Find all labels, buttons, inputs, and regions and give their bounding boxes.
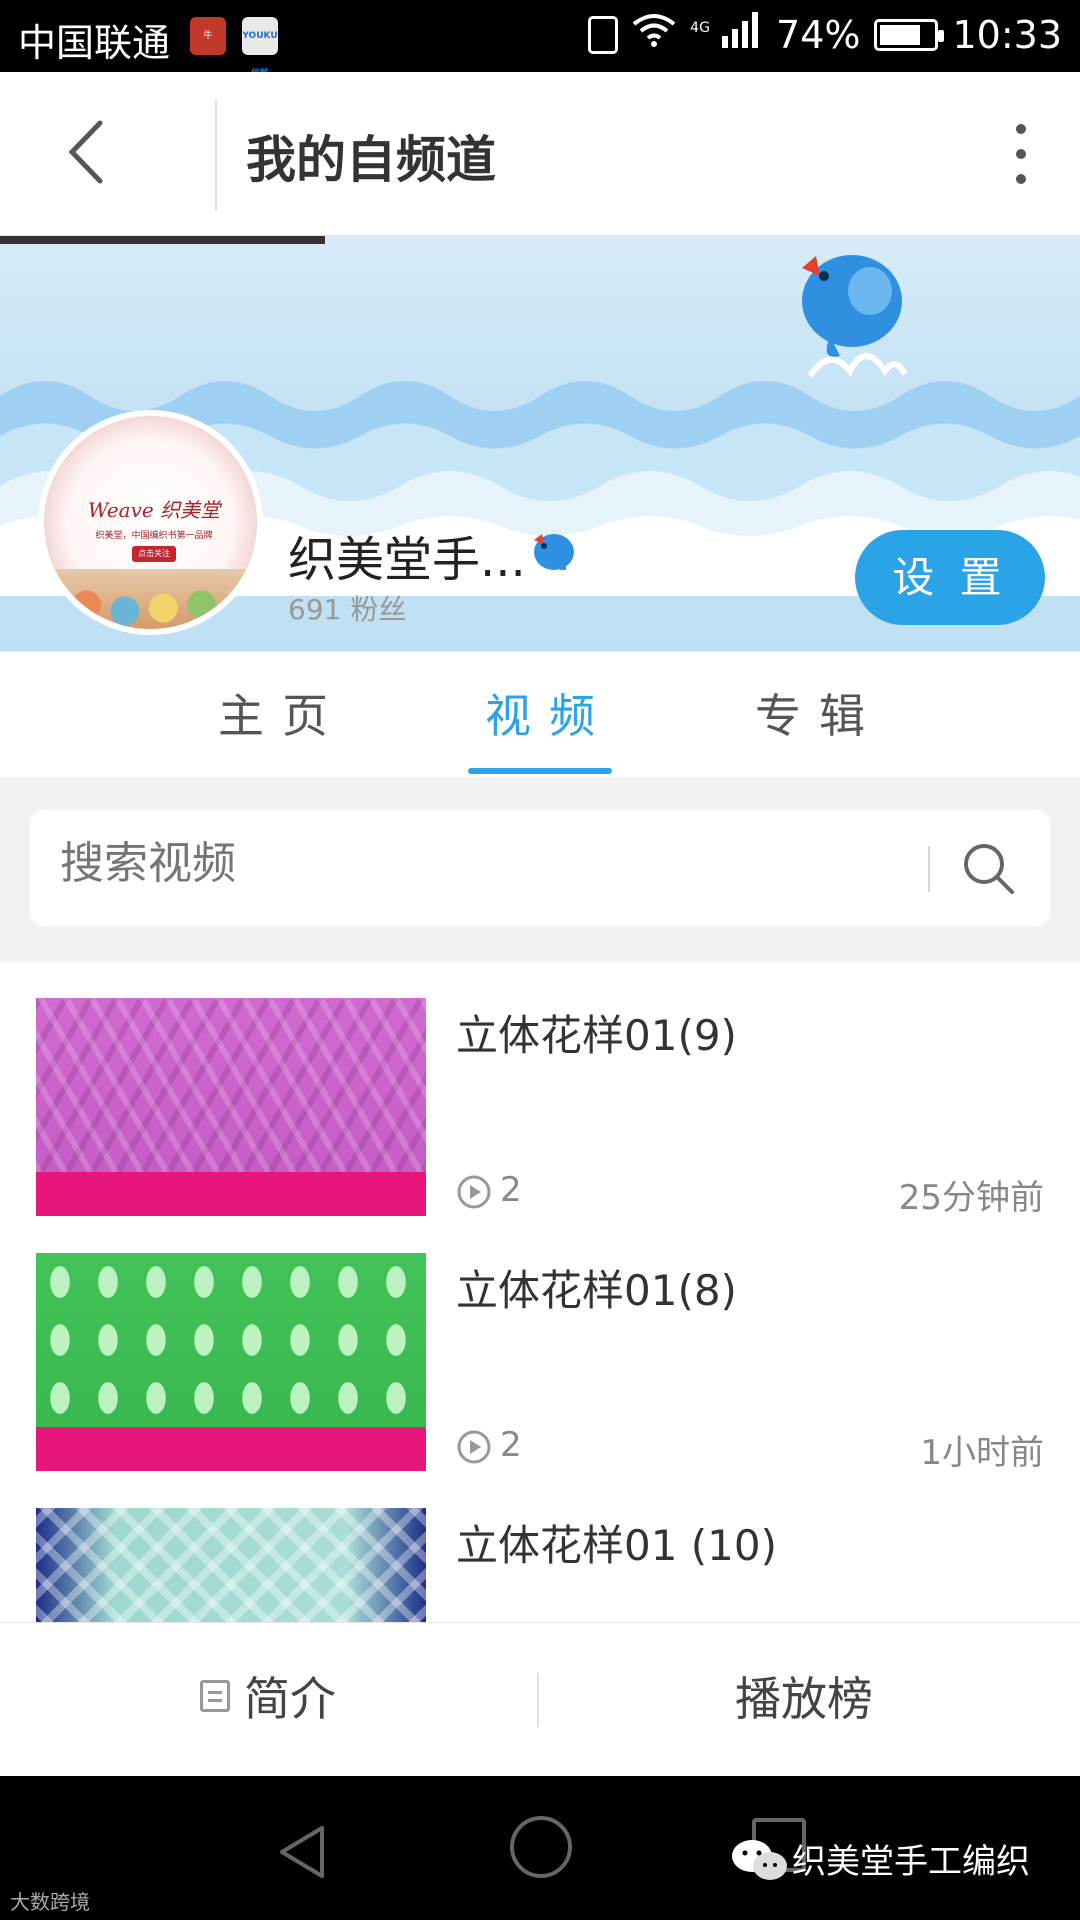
avatar-logo-text: Weave 织美堂	[87, 498, 221, 522]
thumbnail-banner	[36, 1427, 426, 1471]
avatar[interactable]: Weave 织美堂 织美堂，中国编织书第一品牌 点击关注	[38, 410, 263, 635]
signal-icon: 4G	[690, 12, 762, 57]
battery-percent: 74%	[776, 12, 861, 57]
nav-back-icon[interactable]	[272, 1822, 332, 1882]
clock: 10:33	[952, 12, 1062, 57]
header-divider	[215, 100, 217, 210]
settings-button[interactable]: 设 置	[855, 530, 1045, 625]
play-count-icon	[457, 1175, 491, 1209]
verified-bird-icon	[534, 534, 574, 570]
watermark-text: 织美堂手工编织	[792, 1842, 1030, 1882]
bottom-action-bar: 简介 播放榜	[0, 1622, 1080, 1776]
search-icon[interactable]	[960, 840, 1016, 896]
upload-time: 1小时前	[920, 1433, 1044, 1473]
vibrate-icon	[588, 15, 619, 54]
back-button[interactable]	[40, 112, 130, 192]
avatar-follow-badge: 点击关注	[132, 546, 176, 562]
tab-album[interactable]: 专辑	[755, 680, 883, 746]
play-count: 2	[500, 1425, 522, 1465]
thumbnail-banner	[36, 1172, 426, 1216]
top-bar: 我的自频道	[0, 72, 1080, 236]
upload-time: 25分钟前	[898, 1178, 1044, 1218]
ranking-button[interactable]: 播放榜	[735, 1663, 873, 1729]
wechat-icon	[732, 1840, 787, 1880]
video-item[interactable]: 立体花样01 (10)	[0, 1508, 1080, 1622]
video-title[interactable]: 立体花样01(9)	[456, 1002, 737, 1063]
video-item[interactable]: 立体花样01(9) 2 25分钟前	[0, 998, 1080, 1253]
tab-video[interactable]: 视频	[485, 680, 613, 746]
document-icon	[200, 1680, 230, 1712]
youku-notification-icon: YOUKU 优酷	[242, 17, 278, 79]
carrier-label: 中国联通	[18, 21, 171, 65]
more-options-icon[interactable]	[1012, 124, 1030, 184]
fans-count: 691 粉丝	[288, 593, 407, 626]
battery-icon	[874, 18, 945, 51]
intro-label: 简介	[244, 1672, 336, 1726]
video-title[interactable]: 立体花样01(8)	[456, 1257, 737, 1318]
video-title[interactable]: 立体花样01 (10)	[456, 1512, 777, 1573]
tab-home[interactable]: 主页	[218, 680, 346, 746]
action-divider	[537, 1673, 539, 1727]
video-thumbnail[interactable]	[36, 1253, 426, 1471]
search-input[interactable]	[60, 838, 900, 889]
watermark-left-text: 大数跨境	[10, 1890, 90, 1914]
search-divider	[928, 846, 930, 892]
loading-progress-bar	[0, 236, 325, 244]
channel-tabs: 主页 视频 专辑	[0, 651, 1080, 777]
status-bar: 中国联通 牛 YOUKU 优酷 4G 74% 10:33	[0, 0, 1080, 79]
intro-button[interactable]: 简介	[200, 1663, 336, 1729]
chevron-left-icon	[68, 120, 103, 184]
video-list: 立体花样01(9) 2 25分钟前 立体花样01(8) 2 1小时前 立体花样0…	[0, 962, 1080, 1622]
nav-home-icon[interactable]	[510, 1816, 572, 1878]
page-title: 我的自频道	[246, 131, 496, 189]
search-section	[0, 777, 1080, 962]
active-tab-indicator	[468, 768, 612, 774]
network-type-label: 4G	[690, 20, 710, 36]
video-thumbnail[interactable]	[36, 998, 426, 1216]
video-item[interactable]: 立体花样01(8) 2 1小时前	[0, 1253, 1080, 1508]
wifi-icon	[632, 12, 676, 57]
yarn-balls-decoration	[44, 569, 257, 629]
search-box	[30, 810, 1050, 926]
avatar-slogan: 织美堂，中国编织书第一品牌	[95, 531, 213, 541]
system-nav-bar: 织美堂手工编织 大数跨境	[0, 1776, 1080, 1920]
video-thumbnail[interactable]	[36, 1508, 426, 1622]
channel-name: 织美堂手...	[288, 532, 526, 588]
play-count: 2	[500, 1170, 522, 1210]
channel-profile: Weave 织美堂 织美堂，中国编织书第一品牌 点击关注 织美堂手... 691…	[0, 410, 1080, 650]
app-notification-icon: 牛	[190, 17, 226, 55]
play-count-icon	[457, 1430, 491, 1464]
